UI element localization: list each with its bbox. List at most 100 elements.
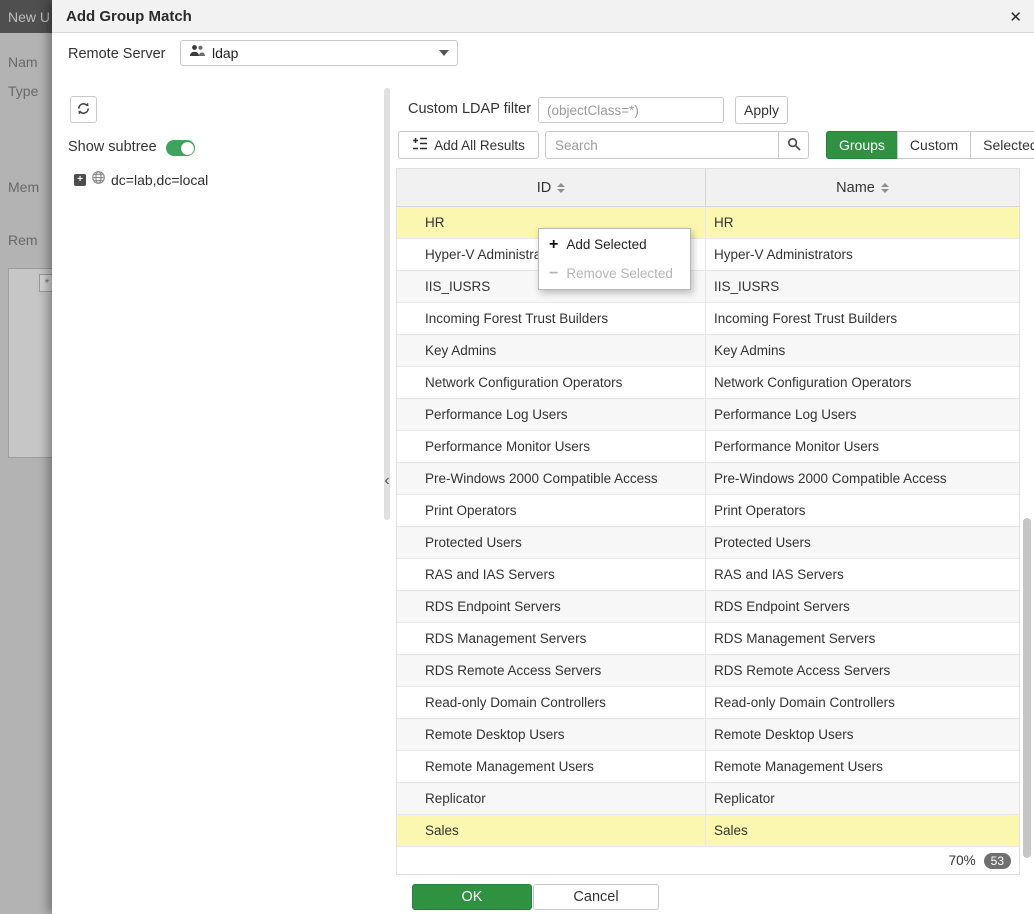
- tab-custom[interactable]: Custom: [897, 131, 971, 159]
- caret-down-icon: [439, 50, 449, 56]
- refresh-icon: [76, 101, 91, 119]
- group-table-body: HRHRHyper-V AdministratorsHyper-V Admini…: [397, 207, 1019, 847]
- table-row[interactable]: HRHR: [397, 207, 1019, 239]
- table-row[interactable]: Incoming Forest Trust BuildersIncoming F…: [397, 303, 1019, 335]
- search-input[interactable]: [545, 131, 779, 159]
- table-row[interactable]: RDS Endpoint ServersRDS Endpoint Servers: [397, 591, 1019, 623]
- table-row[interactable]: Remote Management UsersRemote Management…: [397, 751, 1019, 783]
- add-group-match-dialog: Add Group Match ✕ Remote Server ldap: [52, 0, 1034, 914]
- table-row[interactable]: Hyper-V AdministratorsHyper-V Administra…: [397, 239, 1019, 271]
- table-row[interactable]: Performance Monitor UsersPerformance Mon…: [397, 431, 1019, 463]
- cell-id: Performance Log Users: [397, 399, 706, 430]
- ldap-filter-input[interactable]: [538, 97, 724, 123]
- background-page: New U Nam Type Mem Rem *: [0, 0, 52, 914]
- context-menu-item-remove-selected: − Remove Selected: [539, 259, 690, 288]
- tab-selected[interactable]: Selected: [970, 131, 1034, 159]
- cell-name: Network Configuration Operators: [706, 367, 1019, 398]
- table-row[interactable]: Performance Log UsersPerformance Log Use…: [397, 399, 1019, 431]
- group-table: ID Name HRHRHyper-V AdministratorsHyper-…: [396, 168, 1020, 875]
- show-subtree-label: Show subtree: [68, 139, 157, 155]
- table-row[interactable]: Print OperatorsPrint Operators: [397, 495, 1019, 527]
- plus-icon: +: [549, 236, 558, 254]
- table-header: ID Name: [397, 169, 1019, 207]
- cell-id: RDS Endpoint Servers: [397, 591, 706, 622]
- column-header-name[interactable]: Name: [706, 169, 1019, 206]
- pane-splitter[interactable]: [384, 88, 390, 520]
- tree-root-item[interactable]: + dc=lab,dc=local: [74, 170, 208, 190]
- tab-groups[interactable]: Groups: [826, 131, 898, 159]
- ok-button[interactable]: OK: [412, 884, 532, 910]
- cell-id: Protected Users: [397, 527, 706, 558]
- background-field-label: Rem: [8, 232, 38, 248]
- tree-expand-icon[interactable]: +: [74, 174, 86, 186]
- cell-name: Performance Monitor Users: [706, 431, 1019, 462]
- table-row[interactable]: SalesSales: [397, 815, 1019, 847]
- cell-name: RDS Management Servers: [706, 623, 1019, 654]
- scrollbar-thumb[interactable]: [1023, 518, 1031, 858]
- cell-name: Read-only Domain Controllers: [706, 687, 1019, 718]
- cell-name: Key Admins: [706, 335, 1019, 366]
- cell-id: RDS Remote Access Servers: [397, 655, 706, 686]
- cell-name: RDS Endpoint Servers: [706, 591, 1019, 622]
- dialog-title: Add Group Match: [66, 0, 192, 33]
- cell-id: RAS and IAS Servers: [397, 559, 706, 590]
- background-titlebar-fragment: New U: [0, 0, 52, 33]
- table-row[interactable]: ReplicatorReplicator: [397, 783, 1019, 815]
- cell-id: Remote Management Users: [397, 751, 706, 782]
- apply-button[interactable]: Apply: [735, 96, 788, 124]
- add-all-results-button[interactable]: Add All Results: [398, 131, 539, 159]
- table-status-bar: 70% 53: [397, 847, 1019, 874]
- cell-name: Incoming Forest Trust Builders: [706, 303, 1019, 334]
- cell-id: Incoming Forest Trust Builders: [397, 303, 706, 334]
- cell-name: Replicator: [706, 783, 1019, 814]
- table-row[interactable]: IIS_IUSRSIIS_IUSRS: [397, 271, 1019, 303]
- cell-id: RDS Management Servers: [397, 623, 706, 654]
- show-subtree-toggle[interactable]: [166, 140, 195, 156]
- refresh-button[interactable]: [70, 96, 97, 123]
- cell-name: Protected Users: [706, 527, 1019, 558]
- cell-id: Sales: [397, 815, 706, 846]
- cell-name: Print Operators: [706, 495, 1019, 526]
- cell-name: IIS_IUSRS: [706, 271, 1019, 302]
- table-row[interactable]: Key AdminsKey Admins: [397, 335, 1019, 367]
- cancel-button[interactable]: Cancel: [533, 884, 659, 910]
- column-label: Name: [836, 180, 875, 196]
- add-all-icon: [412, 137, 428, 153]
- column-label: ID: [537, 180, 552, 196]
- table-row[interactable]: RAS and IAS ServersRAS and IAS Servers: [397, 559, 1019, 591]
- cell-id: Read-only Domain Controllers: [397, 687, 706, 718]
- table-row[interactable]: RDS Remote Access ServersRDS Remote Acce…: [397, 655, 1019, 687]
- table-row[interactable]: Network Configuration OperatorsNetwork C…: [397, 367, 1019, 399]
- table-row[interactable]: Remote Desktop UsersRemote Desktop Users: [397, 719, 1019, 751]
- minus-icon: −: [549, 265, 558, 283]
- table-row[interactable]: Pre-Windows 2000 Compatible AccessPre-Wi…: [397, 463, 1019, 495]
- context-menu-item-add-selected[interactable]: + Add Selected: [539, 230, 690, 259]
- cell-id: Pre-Windows 2000 Compatible Access: [397, 463, 706, 494]
- background-cell-text: *: [45, 276, 50, 290]
- context-menu-label: Remove Selected: [566, 266, 673, 281]
- context-menu: + Add Selected − Remove Selected: [538, 228, 691, 290]
- table-row[interactable]: Read-only Domain ControllersRead-only Do…: [397, 687, 1019, 719]
- tree-root-label: dc=lab,dc=local: [111, 172, 208, 188]
- close-icon[interactable]: ✕: [1009, 0, 1022, 33]
- row-count-badge: 53: [984, 853, 1011, 869]
- table-row[interactable]: RDS Management ServersRDS Management Ser…: [397, 623, 1019, 655]
- context-menu-label: Add Selected: [566, 237, 646, 252]
- remote-server-select[interactable]: ldap: [180, 40, 458, 66]
- cell-name: RAS and IAS Servers: [706, 559, 1019, 590]
- column-header-id[interactable]: ID: [397, 169, 706, 206]
- custom-ldap-filter-label: Custom LDAP filter: [408, 101, 531, 117]
- search-icon: [787, 137, 801, 154]
- add-all-label: Add All Results: [434, 138, 525, 153]
- cell-name: Remote Management Users: [706, 751, 1019, 782]
- cell-name: Remote Desktop Users: [706, 719, 1019, 750]
- cell-name: Performance Log Users: [706, 399, 1019, 430]
- result-tabs: Groups Custom Selected: [826, 131, 1034, 159]
- table-row[interactable]: Protected UsersProtected Users: [397, 527, 1019, 559]
- dialog-titlebar: Add Group Match ✕: [52, 0, 1034, 33]
- background-field-label: Nam: [8, 54, 38, 70]
- zoom-level: 70%: [949, 853, 976, 868]
- cell-id: Key Admins: [397, 335, 706, 366]
- collapse-pane-icon[interactable]: ‹: [380, 468, 394, 494]
- search-button[interactable]: [778, 131, 809, 159]
